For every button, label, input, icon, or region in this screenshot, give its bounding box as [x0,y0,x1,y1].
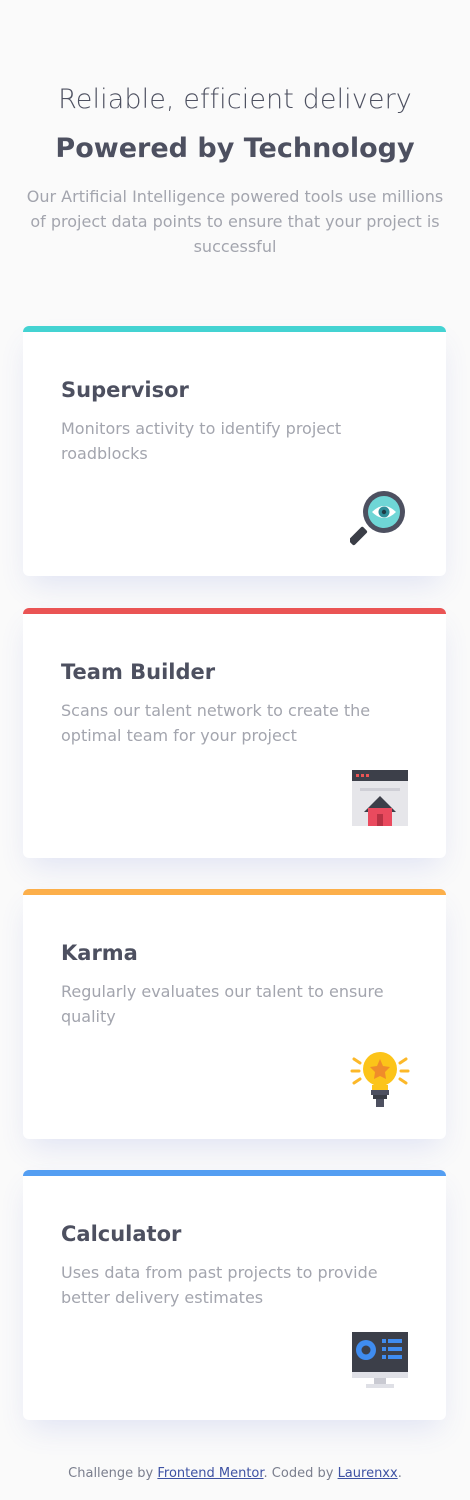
frontend-mentor-link[interactable]: Frontend Mentor [157,1466,263,1481]
lightbulb-icon [350,1049,410,1109]
footer-suffix: . [397,1466,402,1481]
attribution-footer: Challenge by Frontend Mentor. Coded by L… [0,1466,470,1481]
page-title: Powered by Technology [55,133,415,164]
page-header: Reliable, efficient delivery Powered by … [0,82,470,259]
monitor-chart-icon [350,1330,410,1390]
card-text: Monitors activity to identify project ro… [61,419,342,463]
card-text: Uses data from past projects to provide … [61,1263,378,1307]
page-subtitle: Reliable, efficient delivery [58,84,412,115]
card-text: Scans our talent network to create the o… [61,701,371,745]
card-title: Supervisor [61,378,189,402]
magnifier-eye-icon [350,486,410,546]
card-title: Calculator [61,1222,182,1246]
card-team-builder: Team Builder Scans our talent network to… [23,608,446,858]
card-supervisor: Supervisor Monitors activity to identify… [23,326,446,576]
footer-prefix: Challenge by [68,1466,158,1481]
card-text: Regularly evaluates our talent to ensure… [61,982,384,1026]
author-link[interactable]: Laurenxx [338,1466,398,1481]
card-karma: Karma Regularly evaluates our talent to … [23,889,446,1139]
card-title: Team Builder [61,660,216,684]
footer-middle: . Coded by [263,1466,338,1481]
page-description: Our Artificial Intelligence powered tool… [26,187,444,256]
card-calculator: Calculator Uses data from past projects … [23,1170,446,1420]
browser-home-icon [350,768,410,828]
card-title: Karma [61,941,138,965]
